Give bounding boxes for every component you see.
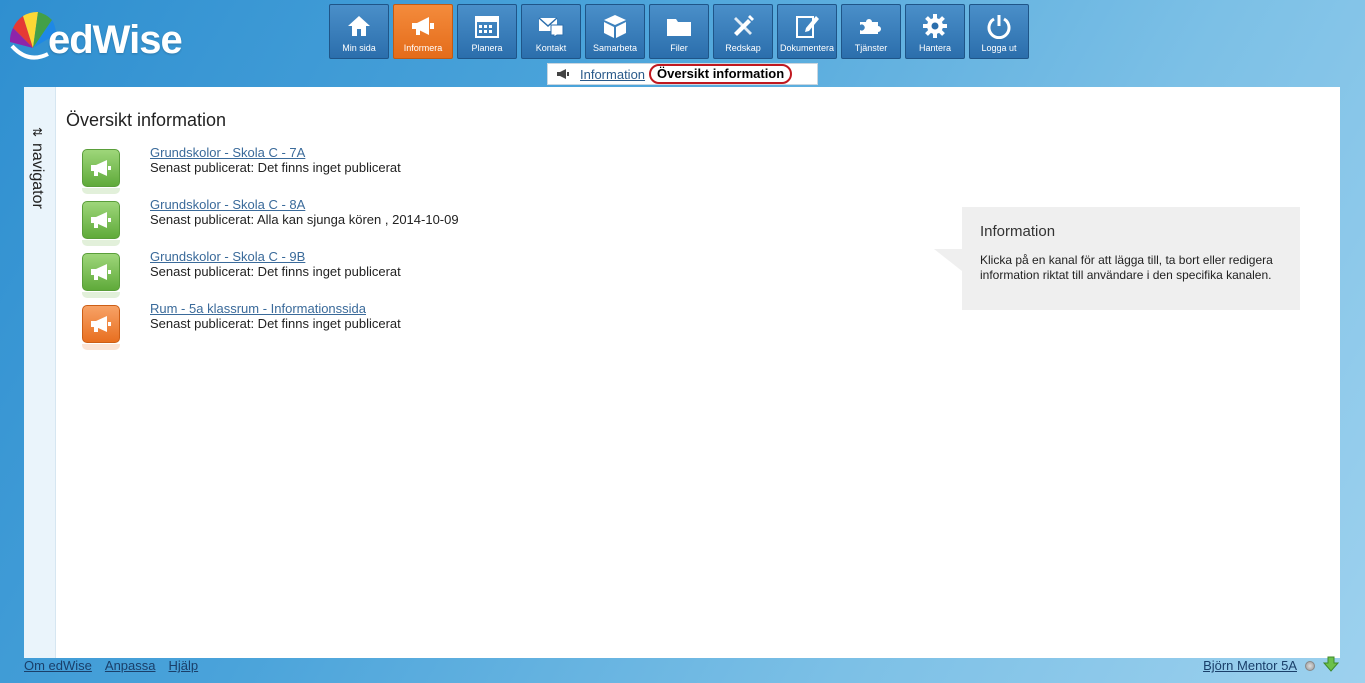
megaphone-icon[interactable] [82,201,120,239]
footer-om-edwise-link[interactable]: Om edWise [24,658,92,673]
infobox-text: Klicka på en kanal för att lägga till, t… [980,253,1273,282]
gear-icon [920,11,950,41]
page-title: Översikt information [66,110,227,130]
megaphone-icon[interactable] [82,149,120,187]
nav-dokumentera-button[interactable]: Dokumentera [777,4,837,59]
channel-status: Senast publicerat: Det finns inget publi… [150,264,401,279]
user-name-link[interactable]: Björn Mentor 5A [1203,658,1297,673]
channel-status: Senast publicerat: Det finns inget publi… [150,160,401,175]
nav-label: Hantera [918,43,952,53]
navigator-panel-toggle[interactable]: ⇅ navigator [24,87,56,658]
icon-reflection [82,292,120,298]
download-arrow-icon[interactable] [1322,656,1340,675]
puzzle-icon [856,11,886,41]
top-navigation: Min sida Informera Planera Kontakt Samar… [329,4,1029,59]
nav-min-sida-button[interactable]: Min sida [329,4,389,59]
nav-label: Logga ut [981,43,1017,53]
home-icon [344,11,374,41]
tools-icon [728,11,758,41]
nav-label: Min sida [342,43,376,53]
footer-user-area: Björn Mentor 5A [1203,656,1340,675]
swap-arrows-icon: ⇅ [30,127,44,138]
edwise-logo[interactable]: edWise [8,8,198,66]
nav-kontakt-button[interactable]: Kontakt [521,4,581,59]
channel-status: Senast publicerat: Alla kan sjunga kören… [150,212,459,227]
channel-status: Senast publicerat: Det finns inget publi… [150,316,401,331]
nav-logga-ut-button[interactable]: Logga ut [969,4,1029,59]
nav-hantera-button[interactable]: Hantera [905,4,965,59]
nav-planera-button[interactable]: Planera [457,4,517,59]
megaphone-icon[interactable] [82,253,120,291]
power-icon [984,11,1014,41]
mail-icon [536,11,566,41]
logo-text: edWise [48,18,183,62]
breadcrumb-current: Översikt information [649,64,793,84]
nav-label: Kontakt [535,43,567,53]
icon-reflection [82,240,120,246]
nav-label: Informera [403,43,443,53]
nav-samarbeta-button[interactable]: Samarbeta [585,4,645,59]
megaphone-icon[interactable] [82,305,120,343]
megaphone-icon [556,67,570,81]
nav-label: Samarbeta [592,43,638,53]
main-content: Översikt information Grundskolor - Skola… [56,87,1340,658]
channel-link[interactable]: Grundskolor - Skola C - 9B [150,249,305,264]
breadcrumb: Information Översikt information [547,63,818,85]
icon-reflection [82,188,120,194]
nav-informera-button[interactable]: Informera [393,4,453,59]
channel-link[interactable]: Rum - 5a klassrum - Informationssida [150,301,366,316]
channel-link[interactable]: Grundskolor - Skola C - 8A [150,197,305,212]
edit-document-icon [792,11,822,41]
nav-label: Dokumentera [779,43,835,53]
nav-redskap-button[interactable]: Redskap [713,4,773,59]
status-dot-icon [1305,660,1315,671]
nav-label: Filer [670,43,688,53]
megaphone-icon [408,11,438,41]
calendar-icon [472,11,502,41]
nav-filer-button[interactable]: Filer [649,4,709,59]
footer-hjalp-link[interactable]: Hjälp [169,658,199,673]
icon-reflection [82,344,120,350]
nav-label: Redskap [725,43,761,53]
nav-label: Planera [471,43,503,53]
nav-label: Tjänster [854,43,888,53]
footer-anpassa-link[interactable]: Anpassa [105,658,156,673]
navigator-label: navigator [29,143,46,209]
nav-tjanster-button[interactable]: Tjänster [841,4,901,59]
breadcrumb-information-link[interactable]: Information [580,67,645,82]
cube-icon [600,11,630,41]
folder-icon [664,11,694,41]
footer-links: Om edWise Anpassa Hjälp [24,658,198,673]
information-callout: Information Klicka på en kanal för att l… [934,207,1300,310]
channel-link[interactable]: Grundskolor - Skola C - 7A [150,145,305,160]
infobox-title: Information [980,223,1056,240]
